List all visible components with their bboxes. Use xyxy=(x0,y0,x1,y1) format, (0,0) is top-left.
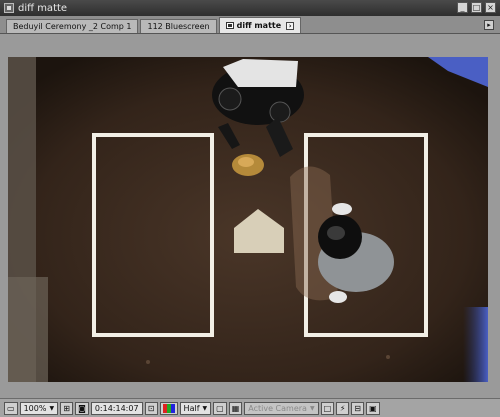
channel-icon[interactable] xyxy=(159,401,178,415)
snapshot-icon[interactable]: ◙ xyxy=(75,401,89,415)
tab-label: 112 Bluescreen xyxy=(147,22,210,31)
view-layout-button[interactable]: □ xyxy=(320,401,335,415)
chevron-down-icon: ▼ xyxy=(202,404,208,412)
tab-label: Beduyil Ceremony _2 Comp 1 xyxy=(13,22,132,31)
maximize-icon[interactable]: □ xyxy=(471,2,482,13)
camera-select[interactable]: Active Camera ▼ xyxy=(244,401,319,415)
comp-icon xyxy=(225,22,234,29)
safe-zones-button[interactable]: ▭ xyxy=(4,401,18,415)
camera-value: Active Camera xyxy=(248,403,307,413)
resolution-value: Half xyxy=(183,403,200,413)
transparency-grid-icon[interactable]: ▦ xyxy=(228,401,243,415)
comp-frame[interactable] xyxy=(8,57,488,382)
window-title: diff matte xyxy=(18,2,68,14)
region-icon[interactable]: ▢ xyxy=(213,401,227,415)
tab-label: diff matte xyxy=(236,21,282,30)
timecode-value: 0:14:14:07 xyxy=(94,403,139,413)
zoom-select[interactable]: 100% ▼ xyxy=(19,401,59,415)
close-icon[interactable]: × xyxy=(485,2,496,13)
composition-tab-bar: Beduyil Ceremony _2 Comp 1 112 Bluescree… xyxy=(0,16,500,34)
tab-bluescreen[interactable]: 112 Bluescreen xyxy=(140,19,217,33)
app-icon xyxy=(4,3,14,13)
tab-diff-matte[interactable]: diff matte › xyxy=(218,17,302,33)
window-titlebar: diff matte _ □ × xyxy=(0,0,500,16)
timecode-field[interactable]: 0:14:14:07 xyxy=(90,401,143,415)
tab-ceremony-comp[interactable]: Beduyil Ceremony _2 Comp 1 xyxy=(6,19,139,33)
tab-close-icon[interactable]: › xyxy=(286,21,295,30)
viewer-toolbar: ▭ 100% ▼ ⊞ ◙ 0:14:14:07 ⊡ Half ▼ ▢ ▦ Activ… xyxy=(0,398,500,417)
fast-preview-icon[interactable]: ⚡ xyxy=(336,401,350,415)
blue-channel-swatch xyxy=(170,403,175,413)
resolution-select[interactable]: Half ▼ xyxy=(179,401,212,415)
toggle-panel-button[interactable]: ▣ xyxy=(366,401,380,415)
composition-viewer xyxy=(0,35,500,398)
panel-menu-icon[interactable]: ▸ xyxy=(484,20,494,30)
chevron-down-icon: ▼ xyxy=(49,404,55,412)
chevron-down-icon: ▼ xyxy=(309,404,315,412)
window-controls: _ □ × xyxy=(457,2,496,13)
flowchart-icon[interactable]: ⊟ xyxy=(351,401,365,415)
baseball-scene-image xyxy=(8,57,488,382)
minimize-icon[interactable]: _ xyxy=(457,2,468,13)
show-snapshot-icon[interactable]: ⊡ xyxy=(144,401,158,415)
zoom-value: 100% xyxy=(23,403,47,413)
grid-button[interactable]: ⊞ xyxy=(60,401,74,415)
